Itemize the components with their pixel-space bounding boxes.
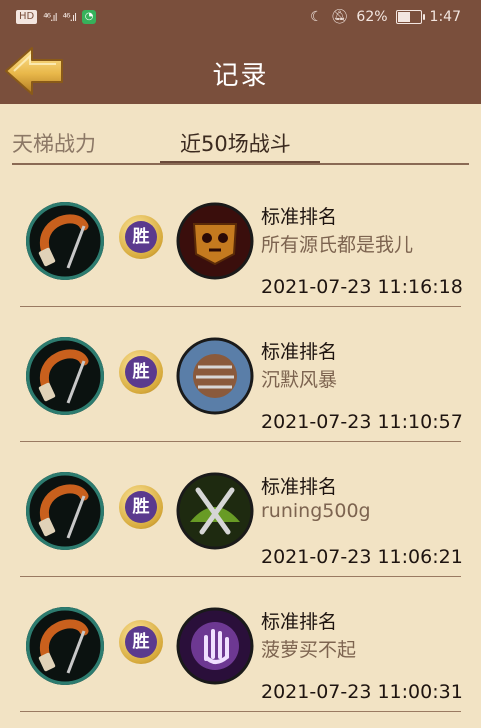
- opponent-name: 所有源氏都是我儿: [261, 234, 414, 256]
- match-time: 2021-07-23 11:10:57: [261, 411, 463, 433]
- match-time: 2021-07-23 11:00:31: [261, 681, 463, 703]
- match-mode: 标准排名: [261, 476, 338, 498]
- tab-ladder-power[interactable]: 天梯战力: [12, 128, 96, 158]
- win-label: 胜: [125, 221, 157, 253]
- win-label: 胜: [125, 626, 157, 658]
- match-time: 2021-07-23 11:06:21: [261, 546, 463, 568]
- signal-icon-2: ⁴⁶.ıl: [62, 10, 77, 24]
- crossed-daggers-icon: [176, 472, 254, 550]
- moon-icon: ☾: [310, 9, 323, 25]
- battle-record-row[interactable]: 胜 标准排名 所有源氏都是我儿 2021-07-23 11:16:18: [0, 172, 481, 307]
- tab-recent-50-battles[interactable]: 近50场战斗: [180, 128, 291, 158]
- row-divider: [20, 710, 461, 712]
- bell-muted-icon: 🔕︎: [330, 9, 349, 25]
- battle-record-row[interactable]: 胜 标准排名 菠萝买不起 2021-07-23 11:00:31: [0, 577, 481, 712]
- skull-banner-icon: [176, 202, 254, 280]
- win-badge: 胜: [119, 215, 163, 259]
- match-mode: 标准排名: [261, 611, 338, 633]
- signal-icon: ⁴⁶.ıl: [43, 10, 57, 24]
- app-header: HD ⁴⁶.ıl ⁴⁶.ıl ◔ ☾ 🔕︎ 62% 1:47 记录: [0, 0, 481, 104]
- purple-hand-icon: [176, 607, 254, 685]
- win-badge: 胜: [119, 485, 163, 529]
- clock: 1:47: [429, 9, 461, 25]
- player-hero-sickle-icon: [26, 202, 104, 280]
- battle-record-row[interactable]: 胜 标准排名 runing500g 2021-07-23 11:06:21: [0, 442, 481, 577]
- page-title: 记录: [212, 61, 269, 91]
- win-badge: 胜: [119, 350, 163, 394]
- battle-record-list: 胜 标准排名 所有源氏都是我儿 2021-07-23 11:16:18 胜 标准…: [0, 172, 481, 712]
- opponent-name: 菠萝买不起: [261, 639, 357, 661]
- player-hero-sickle-icon: [26, 607, 104, 685]
- status-bar: HD ⁴⁶.ıl ⁴⁶.ıl ◔ ☾ 🔕︎ 62% 1:47: [0, 0, 481, 36]
- opponent-name: 沉默风暴: [261, 369, 338, 391]
- tab-divider: [12, 163, 469, 165]
- hd-indicator: HD: [16, 10, 38, 24]
- match-mode: 标准排名: [261, 341, 338, 363]
- match-time: 2021-07-23 11:16:18: [261, 276, 463, 298]
- player-hero-sickle-icon: [26, 337, 104, 415]
- storm-claw-icon: [176, 337, 254, 415]
- player-hero-sickle-icon: [26, 472, 104, 550]
- opponent-name: runing500g: [261, 500, 371, 522]
- battery-percent: 62%: [356, 9, 388, 25]
- battery-icon: [395, 10, 425, 24]
- win-badge: 胜: [119, 620, 163, 664]
- win-label: 胜: [125, 356, 157, 388]
- win-label: 胜: [125, 491, 157, 523]
- tab-bar: 天梯战力 近50场战斗: [0, 104, 481, 166]
- notification-app-icon: ◔: [82, 10, 97, 24]
- match-mode: 标准排名: [261, 206, 338, 228]
- battery-level: [397, 12, 410, 22]
- battle-record-row[interactable]: 胜 标准排名 沉默风暴 2021-07-23 11:10:57: [0, 307, 481, 442]
